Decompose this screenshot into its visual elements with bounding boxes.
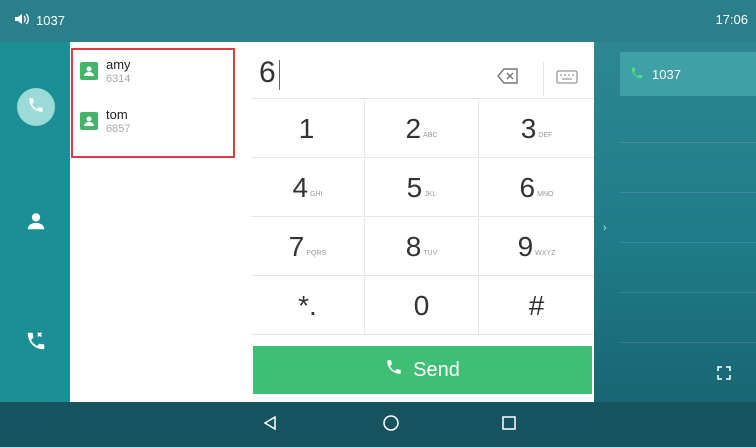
home-button[interactable] — [376, 411, 406, 439]
number-input[interactable]: 6 — [259, 56, 276, 90]
dialpad-panel: 6 1 2 ABC 3 DEF 4 GHI 5 JKL 6 MNO 7 PQRS 8 TUV … — [251, 42, 594, 402]
back-triangle-icon — [262, 415, 278, 436]
contact-number: 6314 — [106, 73, 131, 85]
status-time: 17:06 — [715, 12, 748, 27]
key-1[interactable]: 1 — [251, 100, 365, 158]
history-tab[interactable] — [17, 324, 55, 362]
key-letters: ABC — [423, 132, 438, 139]
navigation-bar — [0, 402, 756, 447]
key-letters: GHI — [310, 191, 323, 198]
key-hash[interactable]: # — [479, 277, 594, 335]
expand-button[interactable] — [692, 352, 756, 398]
key-0[interactable]: 0 — [365, 277, 479, 335]
line-key-1037[interactable]: 1037 — [620, 52, 756, 96]
key-letters: JKL — [424, 191, 437, 198]
key-9[interactable]: 9 WXYZ — [479, 218, 594, 276]
keyboard-icon — [556, 69, 578, 89]
key-5[interactable]: 5 JKL — [365, 159, 479, 217]
phone-icon — [630, 66, 644, 83]
key-digit: *. — [298, 289, 317, 321]
back-button[interactable] — [255, 411, 285, 439]
key-digit: 2 — [405, 112, 422, 144]
contact-name: amy — [106, 57, 131, 72]
send-button[interactable]: Send — [253, 346, 592, 394]
contact-item-amy[interactable]: amy 6314 — [80, 58, 230, 98]
call-history-icon — [25, 330, 47, 357]
key-letters: MNO — [537, 191, 554, 198]
text-caret — [279, 60, 280, 90]
line-label: 1037 — [652, 66, 681, 82]
contact-avatar-icon — [80, 62, 98, 80]
key-digit: 8 — [405, 230, 422, 262]
number-input-row: 6 — [251, 50, 594, 99]
phone-icon — [385, 358, 403, 382]
phone-icon — [27, 96, 45, 119]
key-4[interactable]: 4 GHI — [251, 159, 365, 217]
key-digit: 5 — [406, 171, 423, 203]
home-circle-icon — [382, 414, 400, 437]
key-digit: 1 — [298, 112, 315, 144]
key-7[interactable]: 7 PQRS — [251, 218, 365, 276]
line-panel: 1037 — [620, 52, 756, 402]
contact-suggestions: amy 6314 tom 6857 — [70, 42, 252, 402]
contact-name: tom — [106, 107, 128, 122]
keyboard-toggle-button[interactable] — [543, 62, 590, 96]
key-3[interactable]: 3 DEF — [479, 100, 594, 158]
recents-button[interactable] — [494, 411, 524, 439]
backspace-icon[interactable] — [497, 68, 519, 89]
volume-icon — [14, 12, 30, 29]
key-digit: 9 — [517, 230, 534, 262]
key-digit: 6 — [519, 171, 536, 203]
phone-screen: 1037 17:06 amy 6314 tom 6857 6 1 2 ABC 3… — [0, 0, 756, 447]
panel-handle-icon[interactable]: › — [603, 222, 607, 234]
key-star[interactable]: *. — [251, 277, 365, 335]
key-digit: 7 — [288, 230, 305, 262]
contact-item-tom[interactable]: tom 6857 — [80, 108, 230, 148]
status-bar: 1037 17:06 — [0, 0, 756, 42]
key-letters: DEF — [538, 132, 553, 139]
key-8[interactable]: 8 TUV — [365, 218, 479, 276]
key-2[interactable]: 2 ABC — [365, 100, 479, 158]
contact-avatar-icon — [80, 112, 98, 130]
key-letters: WXYZ — [535, 250, 556, 257]
key-letters: PQRS — [306, 250, 327, 257]
person-icon — [25, 210, 47, 237]
expand-icon — [717, 365, 731, 385]
left-rail — [0, 42, 70, 402]
key-letters: TUV — [423, 250, 438, 257]
send-label: Send — [413, 358, 460, 381]
recents-square-icon — [501, 415, 517, 436]
status-account: 1037 — [36, 13, 65, 28]
status-left: 1037 — [14, 12, 65, 29]
dialpad-keys: 1 2 ABC 3 DEF 4 GHI 5 JKL 6 MNO 7 PQRS 8 TUV 9W… — [251, 100, 594, 336]
contact-number: 6857 — [106, 123, 131, 135]
key-6[interactable]: 6 MNO — [479, 159, 594, 217]
key-digit: 3 — [520, 112, 537, 144]
key-digit: # — [528, 289, 545, 321]
key-digit: 4 — [292, 171, 309, 203]
contacts-tab[interactable] — [17, 204, 55, 242]
key-digit: 0 — [413, 289, 430, 321]
dialer-tab[interactable] — [17, 88, 55, 126]
